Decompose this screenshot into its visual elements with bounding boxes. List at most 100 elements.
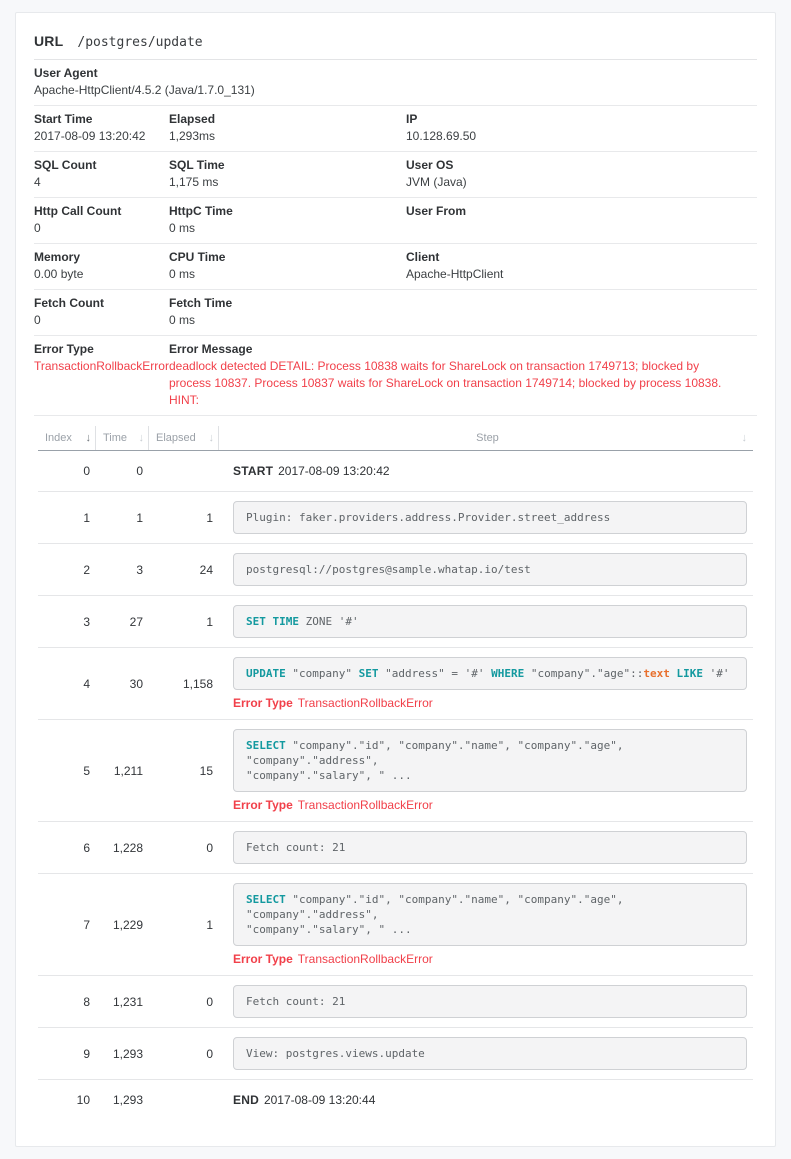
sql-time-value: 1,175 ms — [169, 175, 219, 189]
httpc-time-label: HttpC Time — [169, 204, 233, 218]
step-row: 3 27 1 SET TIME ZONE '#' — [38, 596, 753, 648]
step-index: 7 — [83, 917, 90, 932]
step-error: Error Type TransactionRollbackError — [233, 696, 433, 710]
step-index: 9 — [83, 1046, 90, 1061]
user-os-value: JVM (Java) — [406, 175, 467, 189]
step-elapsed: 15 — [199, 763, 213, 778]
step-elapsed: 0 — [206, 1046, 213, 1061]
step-time: 30 — [129, 676, 143, 691]
sql-step-box: SET TIME ZONE '#' — [233, 605, 747, 638]
step-error: Error Type TransactionRollbackError — [233, 952, 433, 966]
sql-step-box: SELECT "company"."id", "company"."name",… — [233, 883, 747, 946]
client-label: Client — [406, 250, 440, 264]
step-row: 9 1,293 0 View: postgres.views.update — [38, 1028, 753, 1080]
step-index: 5 — [83, 763, 90, 778]
column-header-time[interactable]: Time ↓ — [96, 426, 149, 450]
memory-value: 0.00 byte — [34, 267, 84, 281]
step-elapsed: 24 — [199, 562, 213, 577]
end-marker: END 2017-08-09 13:20:44 — [233, 1093, 376, 1107]
sql-count-value: 4 — [34, 175, 41, 189]
elapsed-value: 1,293ms — [169, 129, 216, 143]
start-marker: START 2017-08-09 13:20:42 — [233, 464, 390, 478]
memory-label: Memory — [34, 250, 81, 264]
step-time: 3 — [136, 562, 143, 577]
step-table-header: Index ↓ Time ↓ Elapsed ↓ Step ↓ — [38, 426, 753, 451]
error-type-label: Error Type — [34, 342, 94, 356]
detail-row-times: Start Time 2017-08-09 13:20:42 Elapsed 1… — [34, 106, 757, 152]
sql-step-box: UPDATE "company" SET "address" = '#' WHE… — [233, 657, 747, 690]
user-agent-value: Apache-HttpClient/4.5.2 (Java/1.7.0_131) — [34, 83, 255, 97]
sort-arrow-index-icon[interactable]: ↓ — [86, 432, 92, 444]
step-row: 2 3 24 postgresql://postgres@sample.what… — [38, 544, 753, 596]
step-elapsed: 0 — [206, 840, 213, 855]
url-header: URL /postgres/update — [34, 25, 757, 60]
detail-row-fetch: Fetch Count 0 Fetch Time 0 ms — [34, 290, 757, 336]
step-time: 1,211 — [113, 763, 143, 778]
step-row: 10 1,293 END 2017-08-09 13:20:44 — [38, 1080, 753, 1120]
start-time-label: Start Time — [34, 112, 93, 126]
step-box: Fetch count: 21 — [233, 985, 747, 1018]
step-time: 1,228 — [112, 840, 143, 855]
step-index: 8 — [83, 994, 90, 1009]
step-elapsed: 1,158 — [182, 676, 213, 691]
detail-row-sql: SQL Count 4 SQL Time 1,175 ms User OS JV… — [34, 152, 757, 198]
step-elapsed: 1 — [206, 510, 213, 525]
detail-row-memory: Memory 0.00 byte CPU Time 0 ms Client Ap… — [34, 244, 757, 290]
error-message-label: Error Message — [169, 342, 253, 356]
sql-step-box: SELECT "company"."id", "company"."name",… — [233, 729, 747, 792]
step-index: 1 — [83, 510, 90, 525]
step-time: 27 — [129, 614, 143, 629]
cpu-time-value: 0 ms — [169, 267, 196, 281]
sort-arrow-step-icon[interactable]: ↓ — [742, 432, 748, 444]
sort-arrow-elapsed-icon[interactable]: ↓ — [209, 432, 215, 444]
step-row: 8 1,231 0 Fetch count: 21 — [38, 976, 753, 1028]
ip-value: 10.128.69.50 — [406, 129, 477, 143]
sql-count-label: SQL Count — [34, 158, 97, 172]
http-call-count-label: Http Call Count — [34, 204, 122, 218]
transaction-detail-card: URL /postgres/update User Agent Apache-H… — [15, 12, 776, 1147]
step-elapsed: 1 — [206, 917, 213, 932]
step-row: 4 30 1,158 UPDATE "company" SET "address… — [38, 648, 753, 720]
url-label: URL — [34, 33, 64, 49]
step-index: 3 — [83, 614, 90, 629]
http-call-count-value: 0 — [34, 221, 41, 235]
cpu-time-label: CPU Time — [169, 250, 226, 264]
step-index: 4 — [83, 676, 90, 691]
start-time-value: 2017-08-09 13:20:42 — [34, 129, 146, 143]
step-row: 5 1,211 15 SELECT "company"."id", "compa… — [38, 720, 753, 822]
step-row: 6 1,228 0 Fetch count: 21 — [38, 822, 753, 874]
url-value: /postgres/update — [77, 35, 203, 50]
sql-time-label: SQL Time — [169, 158, 225, 172]
step-time: 1 — [136, 510, 143, 525]
step-time: 1,293 — [112, 1093, 143, 1107]
step-row: 1 1 1 Plugin: faker.providers.address.Pr… — [38, 492, 753, 544]
user-from-label: User From — [406, 204, 467, 218]
detail-row-error: Error Type TransactionRollbackError Erro… — [34, 336, 757, 416]
elapsed-label: Elapsed — [169, 112, 216, 126]
detail-row-http: Http Call Count 0 HttpC Time 0 ms User F… — [34, 198, 757, 244]
step-index: 2 — [83, 562, 90, 577]
error-type-value: TransactionRollbackError — [34, 359, 169, 373]
step-error: Error Type TransactionRollbackError — [233, 798, 433, 812]
step-row: 0 0 START 2017-08-09 13:20:42 — [38, 451, 753, 492]
step-box: postgresql://postgres@sample.whatap.io/t… — [233, 553, 747, 586]
step-index: 10 — [76, 1093, 90, 1107]
client-value: Apache-HttpClient — [406, 267, 504, 281]
column-header-index[interactable]: Index ↓ — [38, 426, 96, 450]
step-box: Plugin: faker.providers.address.Provider… — [233, 501, 747, 534]
sort-arrow-time-icon[interactable]: ↓ — [139, 432, 145, 444]
step-table: Index ↓ Time ↓ Elapsed ↓ Step ↓ 0 0 STAR… — [38, 426, 753, 1120]
detail-row-user-agent: User Agent Apache-HttpClient/4.5.2 (Java… — [34, 60, 757, 106]
step-index: 6 — [83, 840, 90, 855]
column-header-step[interactable]: Step ↓ — [219, 426, 753, 450]
step-box: Fetch count: 21 — [233, 831, 747, 864]
step-time: 1,229 — [112, 917, 143, 932]
step-elapsed: 0 — [206, 994, 213, 1009]
error-message-value: deadlock detected DETAIL: Process 10838 … — [169, 359, 722, 407]
user-agent-label: User Agent — [34, 66, 98, 80]
fetch-count-label: Fetch Count — [34, 296, 104, 310]
column-header-elapsed[interactable]: Elapsed ↓ — [149, 426, 219, 450]
user-from-value — [406, 220, 747, 237]
fetch-time-value: 0 ms — [169, 313, 196, 327]
user-os-label: User OS — [406, 158, 454, 172]
